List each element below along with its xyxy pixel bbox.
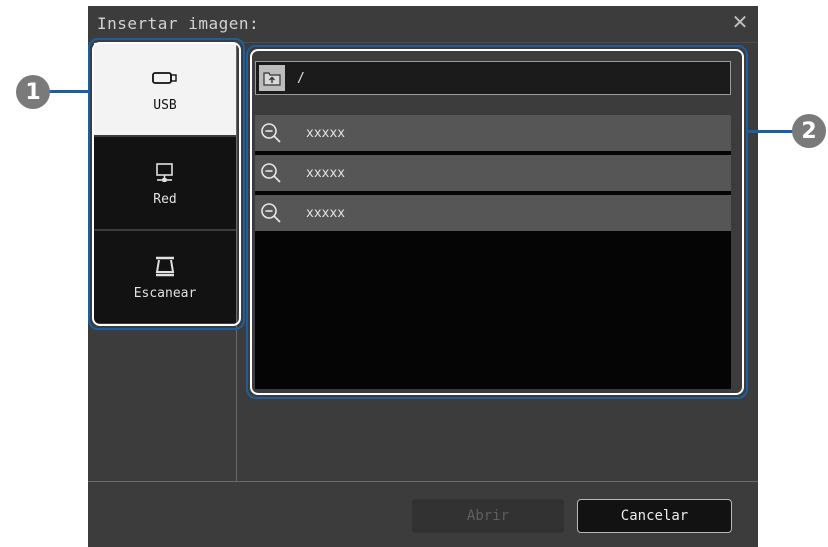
callout-frame-browser [246,45,748,399]
dialog-title: Insertar imagen: [97,14,260,33]
callout-line-2 [748,130,796,133]
callout-line-1 [46,90,88,93]
footer-divider [88,481,758,482]
callout-badge-1: 1 [16,75,50,109]
cancel-button[interactable]: Cancelar [577,499,732,533]
close-icon[interactable]: ✕ [731,12,749,32]
open-button[interactable]: Abrir [412,499,564,533]
callout-badge-2: 2 [792,114,826,148]
callout-frame-sources [88,38,245,330]
